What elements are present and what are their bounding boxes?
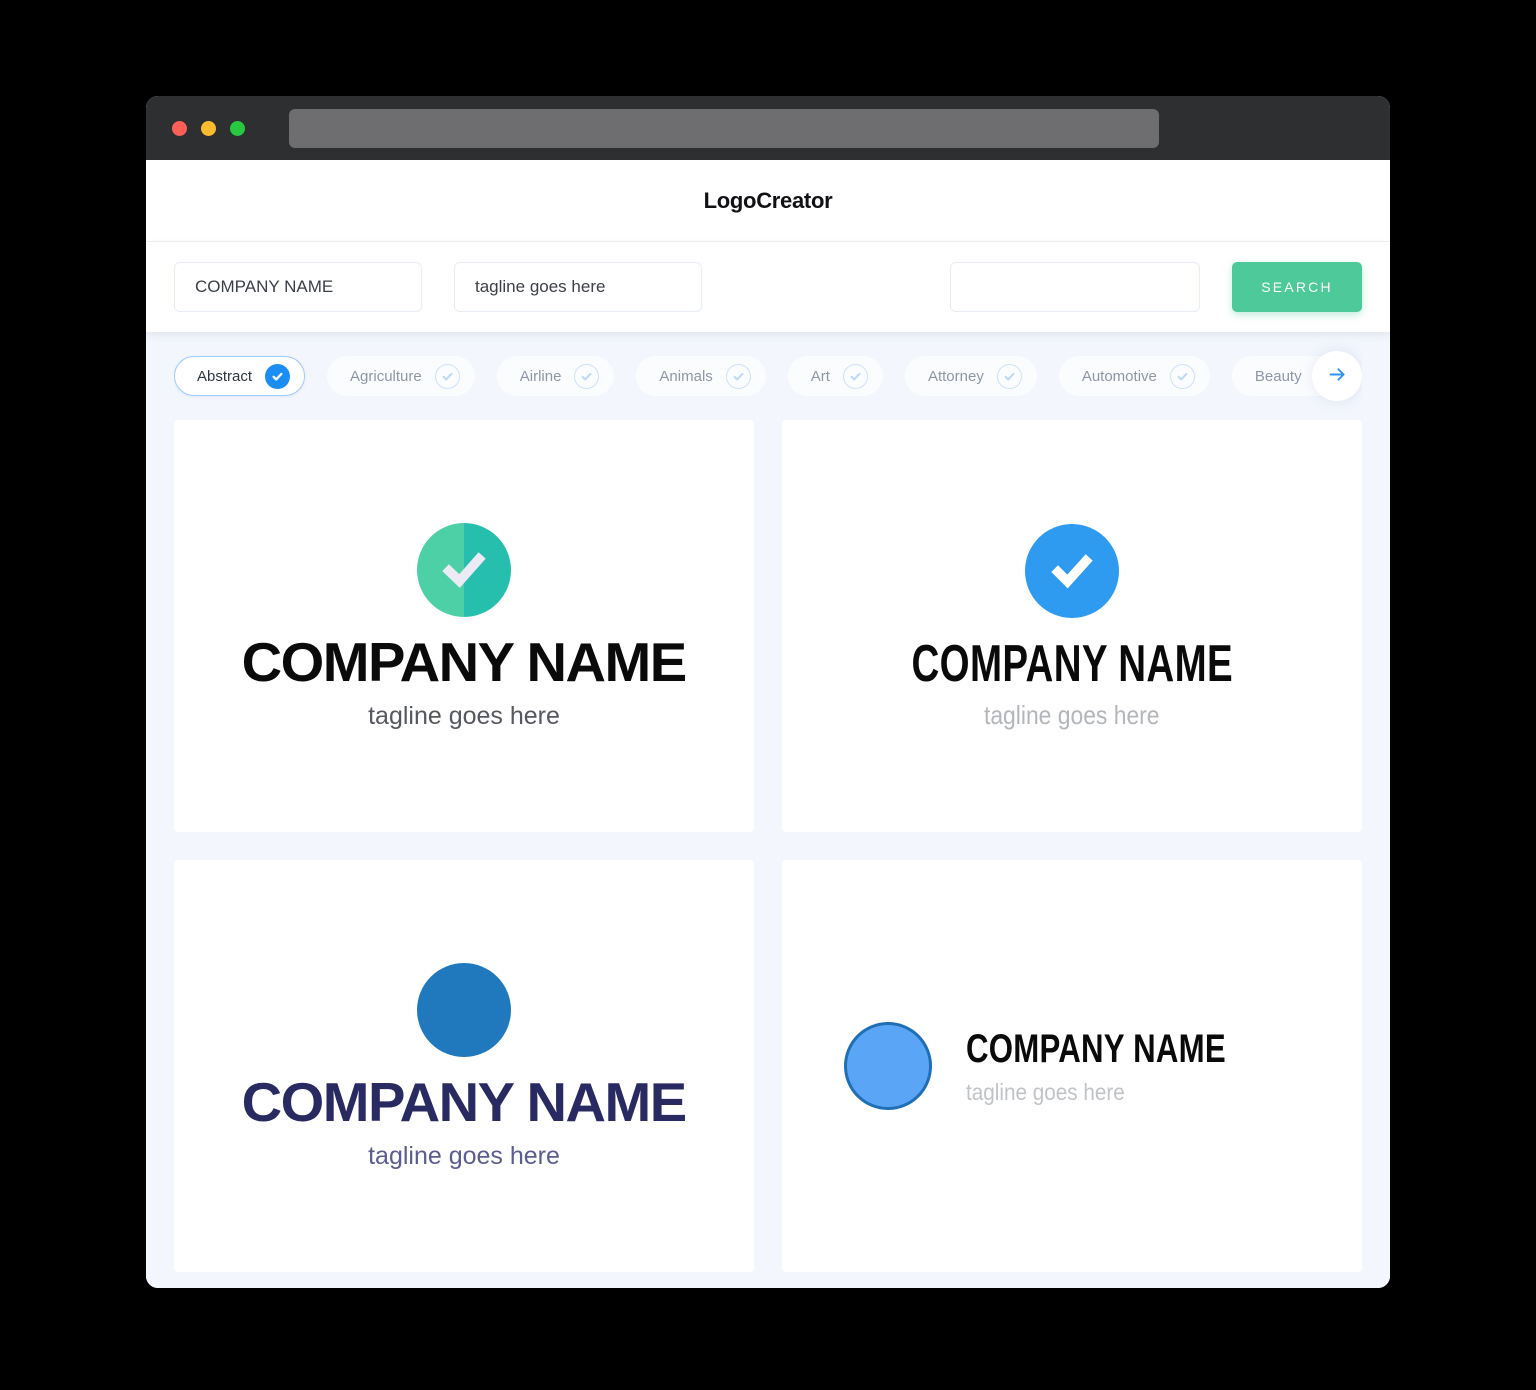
logo-results-grid: COMPANY NAME tagline goes here COMPANY N… [174,420,1362,1288]
logo-company-name: COMPANY NAME [966,1026,1227,1071]
app-header: LogoCreator [146,160,1390,242]
tagline-input[interactable] [454,262,702,312]
check-icon [842,363,868,389]
circle-outline-icon [844,1022,933,1110]
logo-tagline: tagline goes here [368,702,560,730]
url-bar[interactable] [289,108,1159,148]
close-window-button[interactable] [172,120,187,136]
logo-tagline: tagline goes here [368,1142,560,1170]
category-chip-agriculture[interactable]: Agriculture [327,356,475,396]
category-chip-airline[interactable]: Airline [496,356,615,396]
checkmark-icon [1025,524,1119,618]
circle-icon [417,963,511,1057]
check-icon [996,363,1022,389]
maximize-window-button[interactable] [230,120,245,136]
category-chip-label: Abstract [197,367,253,385]
browser-titlebar [146,96,1390,160]
logo-preview: COMPANY NAME tagline goes here [844,1022,1299,1110]
logo-preview: COMPANY NAME tagline goes here [242,963,688,1170]
logo-preview: COMPANY NAME tagline goes here [242,523,688,730]
logo-company-name: COMPANY NAME [242,631,688,693]
category-chip-label: Attorney [927,367,984,385]
logo-company-name: COMPANY NAME [911,635,1233,693]
category-chip-abstract[interactable]: Abstract [174,356,306,396]
category-chip-label: Animals [659,367,713,385]
logo-card[interactable]: COMPANY NAME tagline goes here [782,420,1362,832]
categories-next-button[interactable] [1312,351,1362,401]
checkmark-icon [417,523,511,617]
logo-card[interactable]: COMPANY NAME tagline goes here [782,860,1362,1272]
logo-card[interactable]: COMPANY NAME tagline goes here [174,860,754,1272]
category-chip-art[interactable]: Art [787,356,883,396]
category-chip-automotive[interactable]: Automotive [1058,356,1210,396]
category-chip-attorney[interactable]: Attorney [904,356,1037,396]
category-chip-label: Art [810,367,830,385]
check-circle-icon [1024,524,1119,618]
check-icon [265,363,291,389]
logo-card[interactable]: COMPANY NAME tagline goes here [174,420,754,832]
category-filter-bar: Abstract Agriculture Airline Animals Art… [174,332,1362,420]
logo-preview: COMPANY NAME tagline goes here [855,524,1290,728]
company-name-input[interactable] [174,262,422,312]
extra-search-input[interactable] [950,262,1200,312]
browser-window: LogoCreator SEARCH Abstract Agriculture [146,96,1390,1288]
check-icon [574,363,600,389]
logo-tagline: tagline goes here [966,1078,1126,1105]
logo-tagline: tagline goes here [984,700,1160,730]
category-chip-label: Beauty [1254,367,1302,385]
minimize-window-button[interactable] [201,120,216,136]
search-button[interactable]: SEARCH [1232,262,1362,312]
traffic-lights [172,120,245,136]
category-chip-label: Automotive [1081,367,1157,385]
category-chip-label: Agriculture [350,367,422,385]
logo-text-block: COMPANY NAME tagline goes here [966,1029,1299,1104]
check-icon [434,363,460,389]
logo-company-name: COMPANY NAME [242,1071,688,1133]
arrow-right-icon [1327,364,1348,388]
category-chip-animals[interactable]: Animals [636,356,766,396]
check-circle-split-icon [417,523,511,617]
search-toolbar: SEARCH [146,242,1390,332]
app-title: LogoCreator [703,187,833,213]
app-body: Abstract Agriculture Airline Animals Art… [146,332,1390,1288]
check-icon [725,363,751,389]
category-chip-label: Airline [519,367,562,385]
check-icon [1169,363,1195,389]
